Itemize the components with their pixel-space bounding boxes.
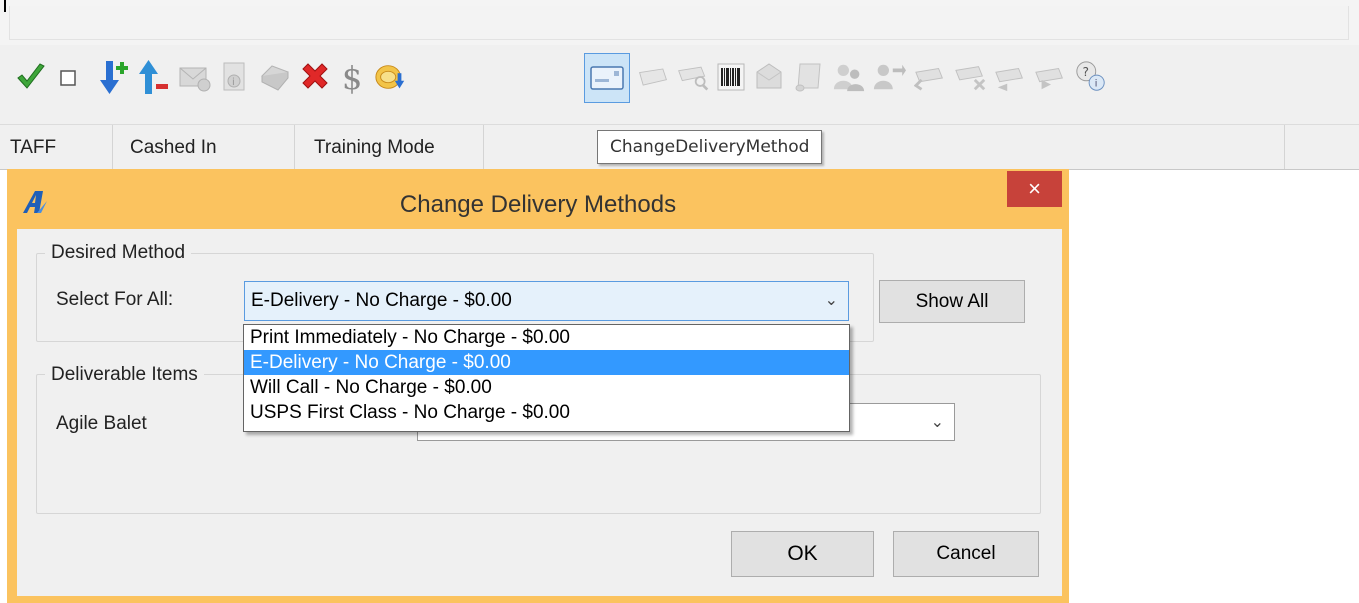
- printer-icon[interactable]: [258, 58, 292, 96]
- svg-text:$: $: [342, 59, 362, 96]
- info-document-icon[interactable]: i: [218, 58, 252, 96]
- dropdown-option[interactable]: USPS First Class - No Charge - $0.00: [244, 400, 849, 425]
- envelope-icon[interactable]: [178, 58, 212, 96]
- toolbar: i $ ? i: [0, 45, 1359, 124]
- dollar-icon[interactable]: $: [336, 58, 370, 96]
- users-icon[interactable]: [832, 58, 866, 96]
- ticket-next-icon[interactable]: [1034, 58, 1068, 96]
- user-swap-icon[interactable]: [872, 58, 906, 96]
- help-info-icon[interactable]: ? i: [1074, 58, 1108, 96]
- dialog-titlebar[interactable]: Change Delivery Methods ×: [7, 169, 1069, 229]
- select-for-all-value: E-Delivery - No Charge - $0.00: [251, 290, 512, 311]
- ticket-x-icon[interactable]: [954, 58, 988, 96]
- ticket-prev-icon[interactable]: [994, 58, 1028, 96]
- barcode-icon[interactable]: [714, 58, 748, 96]
- ok-button[interactable]: OK: [731, 531, 874, 577]
- delivery-method-dropdown-list: Print Immediately - No Charge - $0.00 E-…: [243, 324, 850, 432]
- package-icon[interactable]: [752, 58, 786, 96]
- show-all-button[interactable]: Show All: [879, 280, 1025, 323]
- select-for-all-combobox[interactable]: E-Delivery - No Charge - $0.00 ⌄: [244, 281, 849, 321]
- ticket-icon[interactable]: [636, 58, 670, 96]
- status-cell-staff: TAFF: [0, 125, 113, 169]
- delete-x-icon[interactable]: [298, 58, 332, 96]
- status-cell-cashed-in: Cashed In: [120, 125, 295, 169]
- deliverable-items-title: Deliverable Items: [45, 364, 204, 386]
- dropdown-option[interactable]: Print Immediately - No Charge - $0.00: [244, 325, 849, 350]
- chevron-down-icon[interactable]: ⌄: [825, 282, 838, 320]
- top-panel: [0, 0, 1359, 45]
- chevron-down-icon[interactable]: ⌄: [931, 404, 944, 442]
- status-cell-empty: [1170, 125, 1285, 169]
- text-caret: [4, 0, 6, 12]
- svg-text:i: i: [232, 77, 235, 88]
- ticket-arrow-icon[interactable]: [914, 58, 948, 96]
- scroll-icon[interactable]: [792, 58, 826, 96]
- dropdown-option[interactable]: Will Call - No Charge - $0.00: [244, 375, 849, 400]
- remove-up-arrow-icon[interactable]: [137, 58, 171, 96]
- add-down-arrow-icon[interactable]: [98, 58, 132, 96]
- status-cell-training-mode: Training Mode: [304, 125, 484, 169]
- svg-text:i: i: [1095, 78, 1098, 89]
- change-delivery-method-icon[interactable]: [584, 53, 630, 103]
- svg-text:?: ?: [1083, 65, 1090, 79]
- cancel-button[interactable]: Cancel: [893, 531, 1039, 577]
- tooltip: ChangeDeliveryMethod: [597, 130, 823, 164]
- check-icon[interactable]: [14, 58, 48, 96]
- close-button[interactable]: ×: [1007, 171, 1062, 207]
- ticket-search-icon[interactable]: [676, 58, 710, 96]
- checkbox-icon[interactable]: [50, 58, 84, 96]
- agile-balet-label: Agile Balet: [56, 413, 147, 434]
- dropdown-option-selected[interactable]: E-Delivery - No Charge - $0.00: [244, 350, 849, 375]
- select-for-all-label: Select For All:: [56, 289, 174, 310]
- refund-wallet-icon[interactable]: [374, 58, 408, 96]
- top-input-area[interactable]: [9, 6, 1349, 40]
- desired-method-title: Desired Method: [45, 242, 192, 264]
